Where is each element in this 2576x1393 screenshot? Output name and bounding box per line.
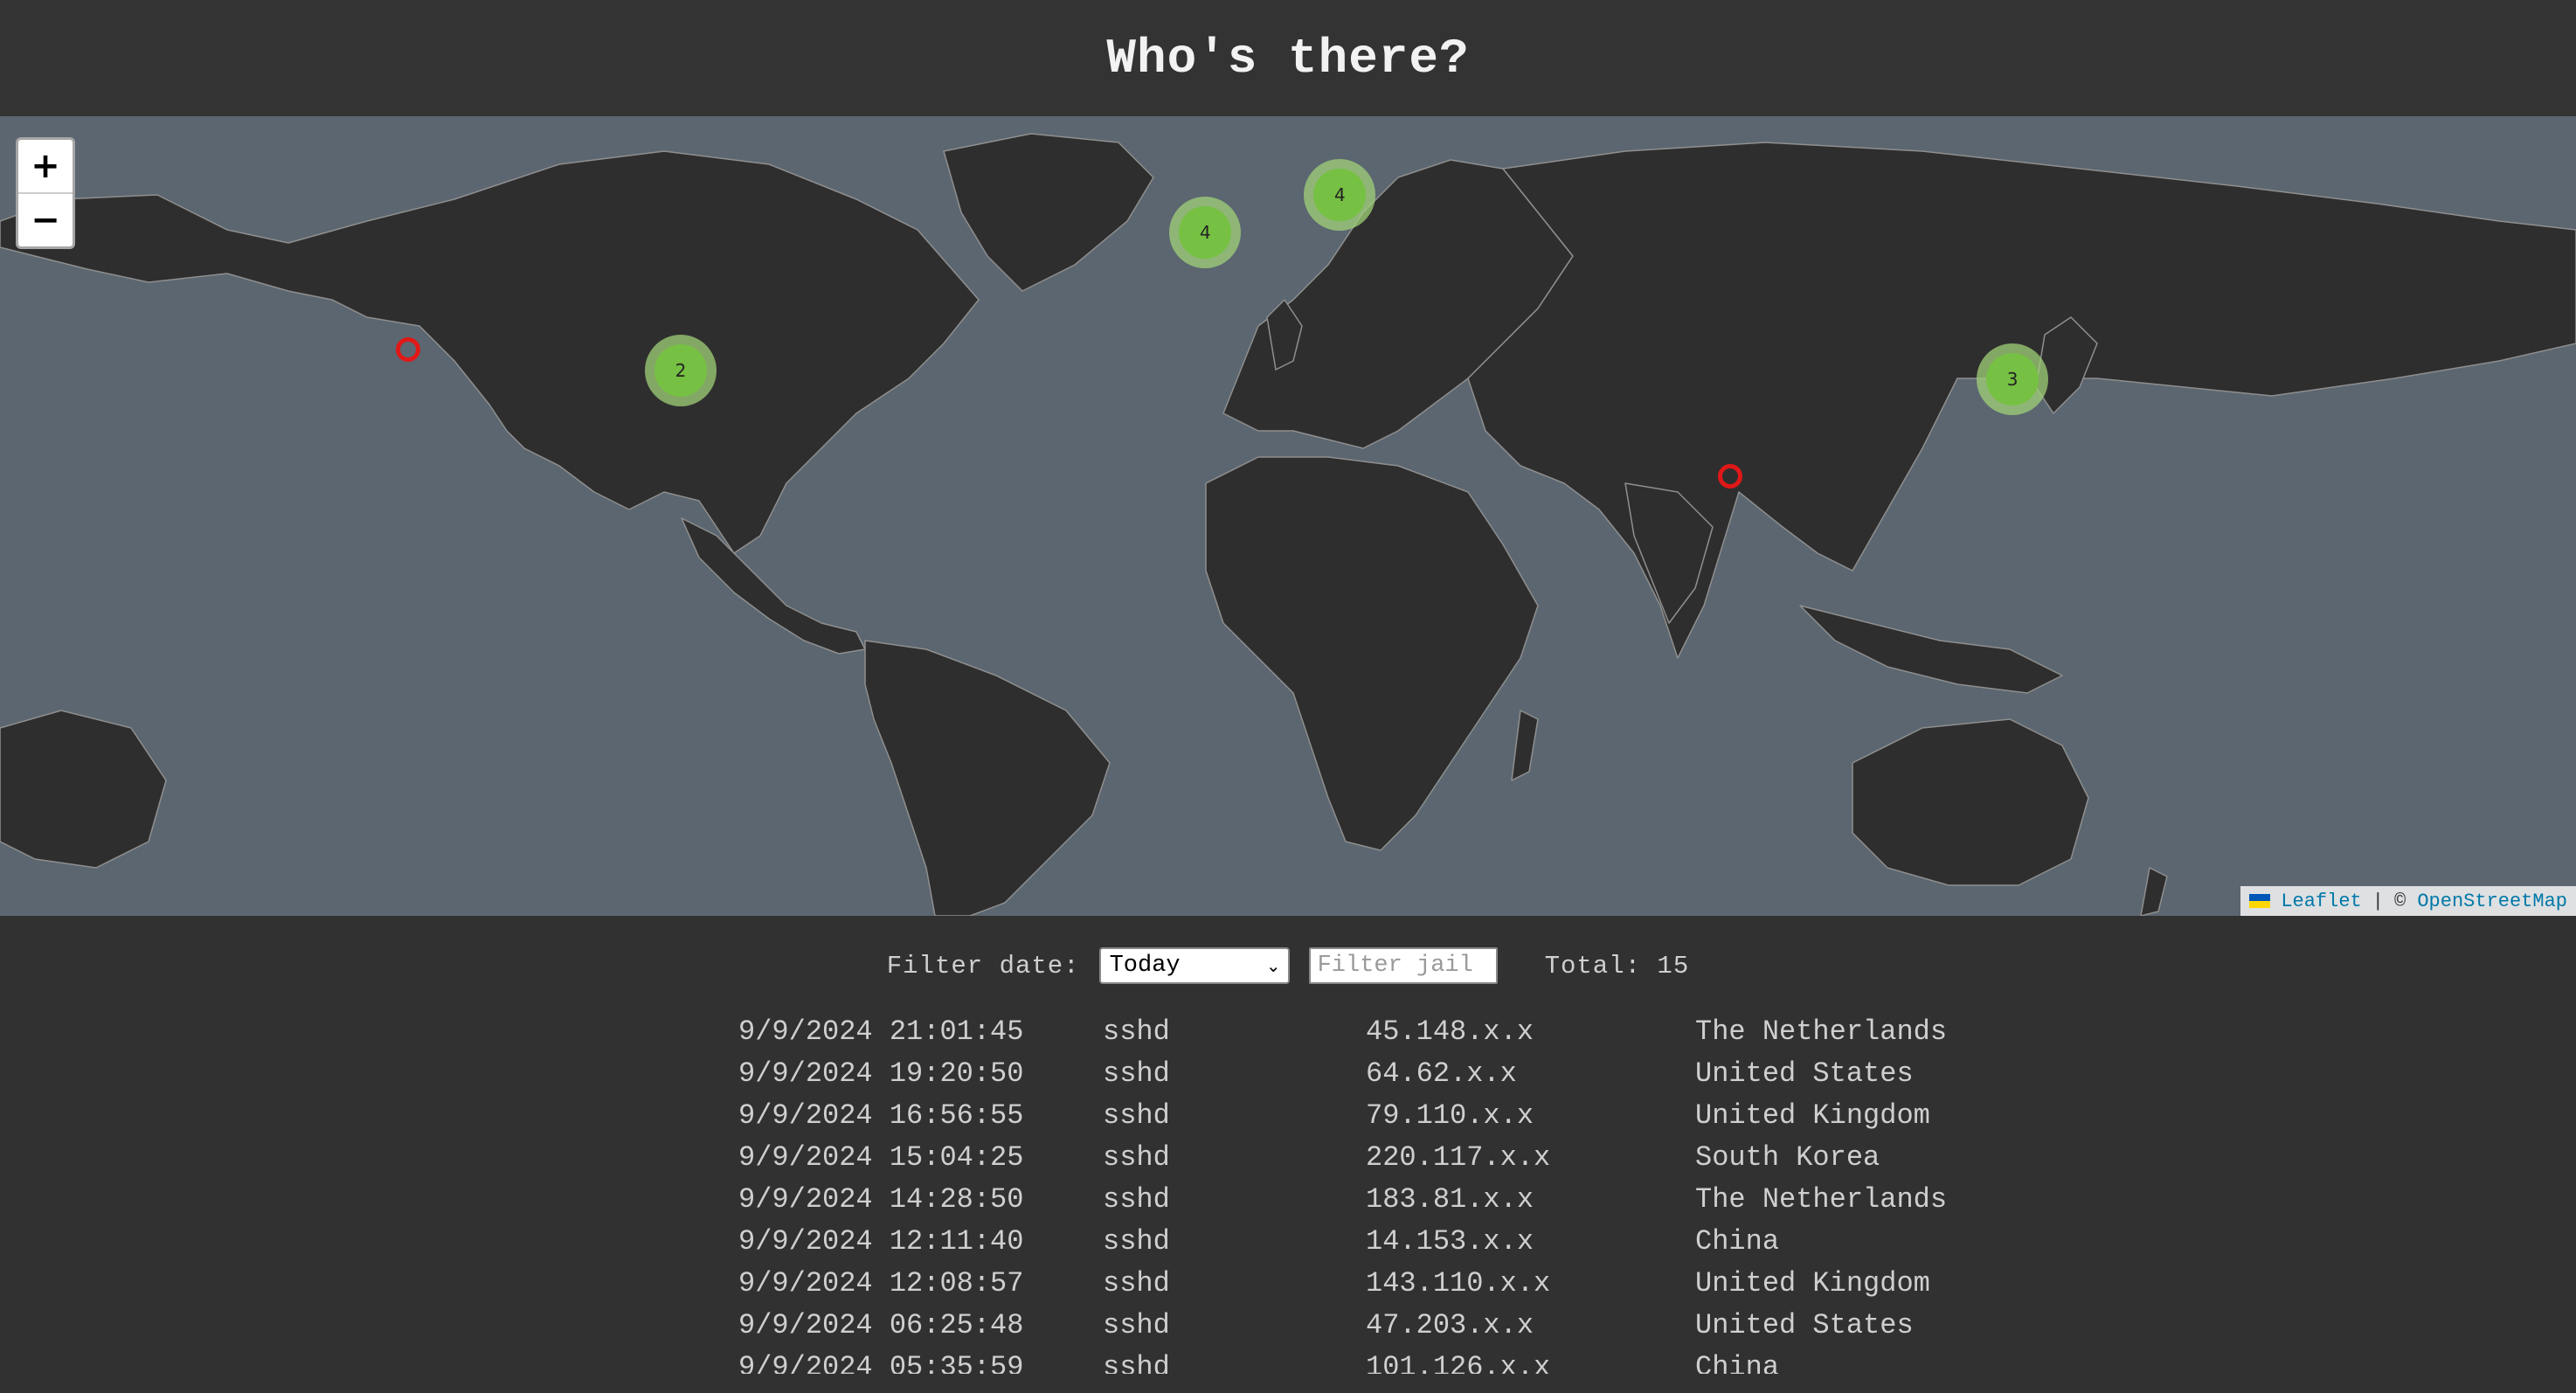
row-jail: sshd <box>1103 1057 1170 1090</box>
row-country: United States <box>1695 1309 1914 1341</box>
row-country: United Kingdom <box>1695 1099 1930 1132</box>
filter-date-value: Today <box>1109 953 1181 979</box>
row-date: 9/9/2024 05:35:59 <box>738 1351 1024 1374</box>
row-date: 9/9/2024 12:08:57 <box>738 1267 1024 1299</box>
row-ip: 101.126.x.x <box>1366 1351 1551 1374</box>
ban-row: 9/9/2024 16:56:55 sshd 79.110.x.x United Ki… <box>0 1099 2576 1141</box>
ban-row: 9/9/2024 12:08:57 sshd 143.110.x.x United K… <box>0 1267 2576 1309</box>
filter-date-select[interactable]: Today ⌄ <box>1098 947 1290 984</box>
zoom-control: + − <box>16 137 75 249</box>
cluster-count: 4 <box>1313 168 1367 221</box>
row-ip: 183.81.x.x <box>1366 1183 1534 1216</box>
row-country: The Netherlands <box>1695 1183 1948 1216</box>
row-country: United States <box>1695 1057 1914 1090</box>
ban-row: 9/9/2024 19:20:50 sshd 64.62.x.x United Sta… <box>0 1057 2576 1099</box>
land-southeast-asia <box>1799 605 2063 694</box>
zoom-in-button[interactable]: + <box>18 140 73 194</box>
land-australia <box>1852 718 2089 886</box>
row-date: 9/9/2024 15:04:25 <box>738 1141 1024 1174</box>
row-date: 9/9/2024 19:20:50 <box>738 1057 1024 1090</box>
row-ip: 220.117.x.x <box>1366 1141 1551 1174</box>
row-jail: sshd <box>1103 1309 1170 1341</box>
row-jail: sshd <box>1103 1015 1170 1048</box>
openstreetmap-link[interactable]: OpenStreetMap <box>2417 891 2567 912</box>
ban-row: 9/9/2024 05:35:59 sshd 101.126.x.x China <box>0 1351 2576 1374</box>
row-jail: sshd <box>1103 1267 1170 1299</box>
land-madagascar <box>1511 710 1539 781</box>
copyright-symbol: © <box>2393 890 2406 912</box>
page-title: Who's there? <box>1106 30 1470 87</box>
row-jail: sshd <box>1103 1099 1170 1132</box>
cluster-count: 2 <box>654 344 707 398</box>
cluster-count: 3 <box>1986 353 2039 406</box>
land-central-america <box>681 517 866 655</box>
row-date: 9/9/2024 14:28:50 <box>738 1183 1024 1216</box>
row-date: 9/9/2024 16:56:55 <box>738 1099 1024 1132</box>
filter-bar: Filter date: Today ⌄ Total: 15 <box>0 944 2576 988</box>
row-jail: sshd <box>1103 1225 1170 1258</box>
ban-row: 9/9/2024 21:01:45 sshd 45.148.x.x The Nethe… <box>0 1015 2576 1057</box>
ban-row: 9/9/2024 14:28:50 sshd 183.81.x.x The Nethe… <box>0 1183 2576 1225</box>
filter-jail-input[interactable] <box>1308 947 1498 984</box>
row-country: The Netherlands <box>1695 1015 1948 1048</box>
ukraine-flag-icon <box>2249 894 2271 908</box>
row-date: 9/9/2024 21:01:45 <box>738 1015 1024 1048</box>
row-jail: sshd <box>1103 1351 1170 1374</box>
row-country: China <box>1695 1351 1780 1374</box>
row-country: South Korea <box>1695 1141 1880 1174</box>
land-south-america <box>864 640 1111 916</box>
cluster-north-america-east[interactable]: 2 <box>644 335 717 407</box>
page-header: Who's there? <box>0 0 2576 116</box>
land-north-america <box>0 150 980 554</box>
total-count: Total: 15 <box>1544 951 1690 981</box>
map-attribution: Leaflet | © OpenStreetMap <box>2240 886 2576 916</box>
ban-list: 9/9/2024 21:01:45 sshd 45.148.x.x The Nethe… <box>0 1015 2576 1374</box>
attribution-separator: | <box>2372 890 2384 912</box>
row-ip: 45.148.x.x <box>1366 1015 1534 1048</box>
row-date: 9/9/2024 06:25:48 <box>738 1309 1024 1341</box>
zoom-out-button[interactable]: − <box>18 194 73 246</box>
ban-row: 9/9/2024 15:04:25 sshd 220.117.x.x South Ko… <box>0 1141 2576 1183</box>
marker-south-india[interactable] <box>1717 464 1742 489</box>
row-date: 9/9/2024 12:11:40 <box>738 1225 1024 1258</box>
land-africa <box>1205 456 1539 851</box>
ban-row: 9/9/2024 12:11:40 sshd 14.153.x.x China <box>0 1225 2576 1267</box>
land-new-zealand <box>2140 867 2168 916</box>
land-greenland <box>943 133 1154 292</box>
cluster-count: 4 <box>1179 206 1232 260</box>
leaflet-link[interactable]: Leaflet <box>2281 891 2361 912</box>
ban-row: 9/9/2024 06:25:48 sshd 47.203.x.x United St… <box>0 1309 2576 1351</box>
row-ip: 47.203.x.x <box>1366 1309 1534 1341</box>
row-jail: sshd <box>1103 1183 1170 1216</box>
map-tiles <box>0 133 2576 916</box>
filter-date-label: Filter date: <box>886 951 1080 981</box>
row-ip: 14.153.x.x <box>1366 1225 1534 1258</box>
cluster-eastern-europe[interactable]: 4 <box>1304 158 1376 231</box>
row-ip: 143.110.x.x <box>1366 1267 1551 1299</box>
world-map[interactable]: + − 2 4 4 3 Leaflet | © OpenStreetMap <box>0 116 2576 916</box>
row-jail: sshd <box>1103 1141 1170 1174</box>
chevron-down-icon: ⌄ <box>1265 955 1281 976</box>
row-ip: 64.62.x.x <box>1366 1057 1517 1090</box>
land-australia-west <box>0 710 167 869</box>
row-ip: 79.110.x.x <box>1366 1099 1534 1132</box>
cluster-east-asia[interactable]: 3 <box>1977 343 2049 416</box>
row-country: United Kingdom <box>1695 1267 1930 1299</box>
row-country: China <box>1695 1225 1780 1258</box>
